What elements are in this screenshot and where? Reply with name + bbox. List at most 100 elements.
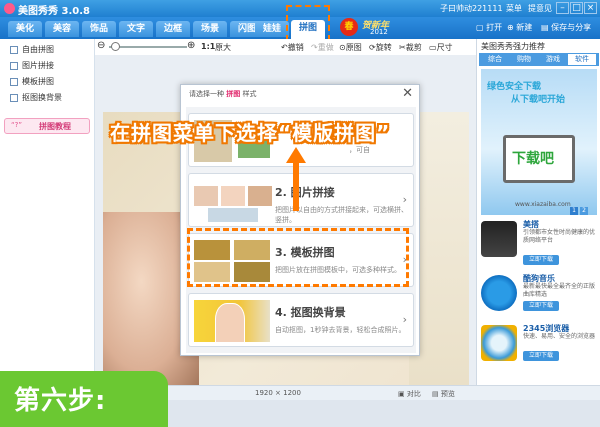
tab-shopping[interactable]: 购物 [510, 54, 538, 65]
preview-button[interactable]: ▤ 预览 [432, 389, 455, 399]
option-thumbnails [193, 299, 273, 343]
option-thumbnails [193, 179, 273, 223]
monitor-icon: 下载吧 [503, 135, 575, 183]
sidebar-item-label: 自由拼图 [22, 45, 54, 54]
ad-banner[interactable]: 绿色安全下载 从下载吧开始 下载吧 www.xiazaiba.com [481, 69, 597, 215]
instruction-annotation: 在拼图菜单下选择“模版拼图” [110, 121, 391, 145]
tab-software[interactable]: 软件 [568, 54, 596, 65]
chevron-right-icon: › [402, 313, 407, 326]
festival-year: 2012 [370, 28, 388, 36]
tutorial-quote-icon: “?” [11, 121, 22, 129]
festival-badge: 春 [340, 18, 358, 36]
actual-size-label[interactable]: 原大 [215, 42, 231, 53]
app-desc: 快速、易用、安全的浏览器 [523, 333, 596, 340]
zoom-ratio[interactable]: 1:1 [201, 42, 215, 51]
template-option-highlight [187, 228, 409, 287]
app-desc: 最新最快最全最齐全的正版曲库精选 [523, 283, 596, 298]
dialog-header: 请选择一种 拼图 样式 ✕ [181, 85, 421, 103]
original-button[interactable]: ⊙原图 [339, 42, 362, 53]
sidebar-item-label: 抠图换背景 [22, 93, 62, 102]
option-desc: 自动抠图，1秒钟去背景，轻松合成照片。 [275, 326, 406, 334]
tab-general[interactable]: 综合 [481, 54, 509, 65]
thumbnail [215, 303, 245, 343]
option-title: 2. 图片拼接 [275, 186, 335, 199]
download-button[interactable]: 立即下载 [523, 255, 559, 265]
sidebar-item-template-collage[interactable]: 模板拼图 [10, 76, 54, 88]
maximize-icon[interactable]: □ [570, 2, 583, 14]
feedback-link[interactable]: 提意见 [528, 3, 552, 14]
option-cutout-background[interactable]: 4. 抠图换背景 自动抠图，1秒钟去背景，轻松合成照片。 › [188, 293, 414, 347]
step-badge: 第六步: [0, 371, 168, 427]
tab-text[interactable]: 文字 [119, 21, 153, 37]
sidebar-item-label: 模板拼图 [22, 77, 54, 86]
banner-line2: 从下载吧开始 [511, 95, 566, 105]
tab-beauty[interactable]: 美容 [45, 21, 79, 37]
crop-label: 裁剪 [405, 43, 422, 52]
recommend-panel: 美图秀秀强力推荐 综合 购物 游戏 软件 绿色安全下载 从下载吧开始 下载吧 w… [476, 39, 600, 385]
free-collage-icon [10, 45, 18, 54]
image-dimensions: 1920 × 1200 [255, 389, 301, 397]
crop-button[interactable]: ✂裁剪 [399, 42, 422, 53]
size-label: 尺寸 [436, 43, 453, 52]
zoom-slider-handle[interactable] [111, 42, 120, 51]
dialog-close-icon[interactable]: ✕ [402, 86, 413, 101]
new-button[interactable]: ⊕ 新建 [507, 22, 532, 33]
sidebar-item-cutout-background[interactable]: 抠图换背景 [10, 92, 62, 104]
chevron-right-icon: › [402, 193, 407, 206]
tab-beautify[interactable]: 美化 [8, 21, 42, 37]
sidebar-item-image-stitch[interactable]: 图片拼接 [10, 60, 54, 72]
collage-tutorial-button[interactable]: “?” 拼图教程 [4, 118, 90, 134]
tab-accessories[interactable]: 饰品 [82, 21, 116, 37]
banner-page-2[interactable]: 2 [580, 207, 588, 215]
size-button[interactable]: ▭尺寸 [429, 42, 453, 53]
tab-games[interactable]: 游戏 [539, 54, 567, 65]
image-stitch-icon [10, 61, 18, 70]
sidebar-item-free-collage[interactable]: 自由拼图 [10, 44, 54, 56]
undo-button[interactable]: ↶撤销 [281, 42, 304, 53]
thumbnail [247, 185, 273, 207]
redo-button[interactable]: ↷重做 [311, 42, 334, 53]
meida-app-icon [481, 221, 517, 257]
festival-banner: 春 贺新年 2012 [340, 17, 420, 39]
collage-tab-highlight [286, 5, 330, 41]
download-button[interactable]: 立即下载 [523, 351, 559, 361]
save-share-label: 保存与分享 [551, 23, 592, 32]
original-label: 原图 [345, 43, 362, 52]
new-label: 新建 [516, 23, 533, 32]
undo-label: 撤销 [287, 43, 304, 52]
panel-title: 美图秀秀强力推荐 [481, 42, 545, 51]
close-icon[interactable]: × [584, 2, 597, 14]
kugou-app-icon [481, 275, 517, 311]
banner-logo: 下载吧 [512, 151, 554, 167]
dialog-title-highlight: 拼图 [226, 90, 241, 98]
step-label: 第六步: [14, 386, 107, 416]
tab-scene[interactable]: 场景 [193, 21, 227, 37]
menu-link[interactable]: 菜单 [506, 3, 522, 14]
left-sidebar: 自由拼图 图片拼接 模板拼图 抠图换背景 “?” 拼图教程 [0, 39, 95, 385]
app-kugou: 酷狗音乐 最新最快最全最齐全的正版曲库精选 立即下载 [481, 273, 599, 321]
tab-doll[interactable]: 娃娃 [255, 21, 289, 37]
browser-app-icon [481, 325, 517, 361]
zoom-out-icon[interactable]: ⊖ [97, 40, 105, 51]
user-name[interactable]: 子曰帅动221111 [440, 3, 503, 14]
app-desc: 引领都市女性时尚健康的优质网络平台 [523, 229, 596, 244]
rotate-button[interactable]: ⟳旋转 [369, 42, 392, 53]
save-share-button[interactable]: ▤ 保存与分享 [541, 22, 591, 33]
tab-frame[interactable]: 边框 [156, 21, 190, 37]
compare-label: 对比 [406, 390, 421, 398]
recommend-tabs: 综合 购物 游戏 软件 [479, 53, 599, 66]
zoom-slider[interactable] [109, 46, 187, 48]
app-meida: 美搭 引领都市女性时尚健康的优质网络平台 立即下载 [481, 219, 599, 267]
app-title: 美图秀秀 3.0.8 [18, 6, 90, 17]
compare-button[interactable]: ▣ 对比 [398, 389, 421, 399]
app-logo-icon [4, 3, 15, 14]
banner-line1: 绿色安全下载 [487, 82, 542, 92]
rotate-label: 旋转 [375, 43, 392, 52]
download-button[interactable]: 立即下载 [523, 301, 559, 311]
tutorial-label: 拼图教程 [39, 122, 71, 131]
minimize-icon[interactable]: – [556, 2, 569, 14]
open-button[interactable]: ▢ 打开 [476, 22, 502, 33]
dialog-title-pre: 请选择一种 [189, 90, 224, 98]
zoom-in-icon[interactable]: ⊕ [187, 40, 195, 51]
banner-page-1[interactable]: 1 [570, 207, 578, 215]
